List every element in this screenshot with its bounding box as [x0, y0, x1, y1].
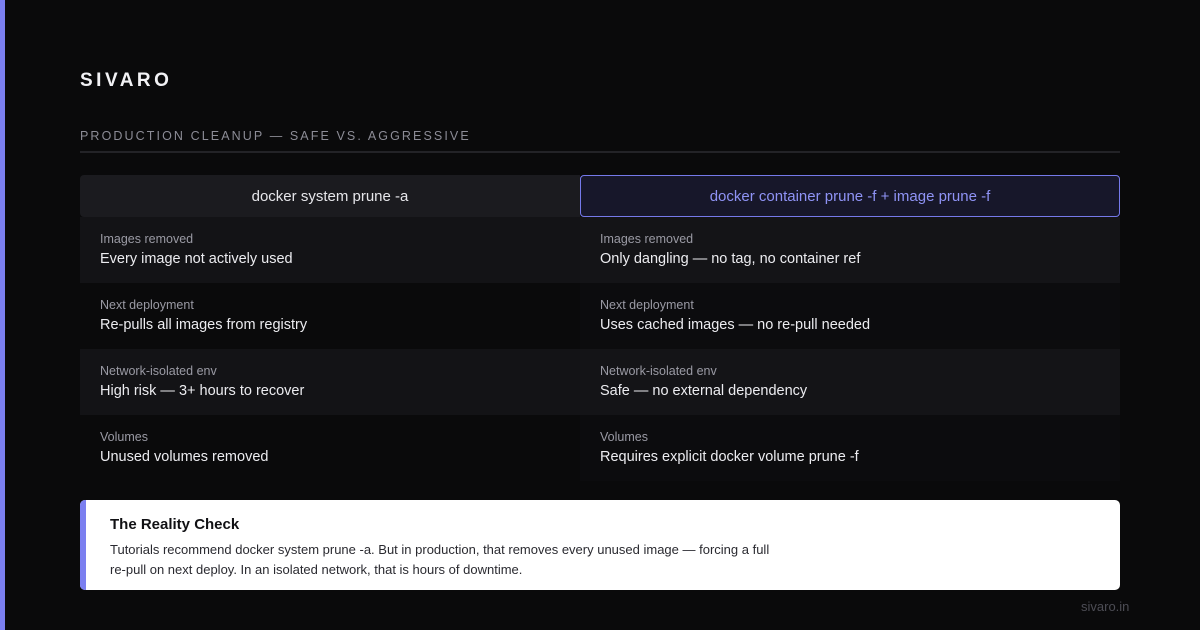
comparison-column-aggressive: docker system prune -a Images removed Ev…: [80, 175, 580, 481]
comparison-row: Network-isolated env High risk — 3+ hour…: [80, 349, 580, 415]
row-label: Images removed: [100, 232, 194, 246]
callout-title: The Reality Check: [110, 516, 240, 533]
reality-check-callout: The Reality Check Tutorials recommend do…: [80, 500, 1120, 590]
column-header-aggressive: docker system prune -a: [80, 175, 580, 217]
comparison-row: Images removed Only dangling — no tag, n…: [580, 217, 1120, 283]
row-value: Safe — no external dependency: [600, 383, 808, 399]
row-label: Images removed: [600, 232, 694, 246]
divider: [80, 151, 1120, 153]
row-label: Next deployment: [100, 298, 194, 312]
row-label: Volumes: [100, 430, 148, 444]
footer-url: sivaro.in: [1081, 599, 1130, 614]
row-label: Network-isolated env: [600, 364, 717, 378]
comparison-row: Next deployment Uses cached images — no …: [580, 283, 1120, 349]
comparison-column-safe: docker container prune -f + image prune …: [580, 175, 1120, 481]
row-value: Uses cached images — no re-pull needed: [600, 317, 871, 333]
accent-bar: [0, 0, 5, 630]
column-header-safe: docker container prune -f + image prune …: [580, 175, 1120, 217]
row-label: Volumes: [600, 430, 648, 444]
slide: SIVARO PRODUCTION CLEANUP — SAFE VS. AGG…: [0, 0, 1200, 630]
row-label: Next deployment: [600, 298, 694, 312]
section-subtitle: PRODUCTION CLEANUP — SAFE VS. AGGRESSIVE: [80, 129, 471, 143]
row-value: Every image not actively used: [100, 251, 293, 267]
comparison-row: Volumes Unused volumes removed: [80, 415, 580, 481]
comparison-row: Network-isolated env Safe — no external …: [580, 349, 1120, 415]
row-label: Network-isolated env: [100, 364, 217, 378]
row-value: Requires explicit docker volume prune -f: [600, 449, 859, 465]
row-value: Re-pulls all images from registry: [100, 317, 308, 333]
comparison-row: Images removed Every image not actively …: [80, 217, 580, 283]
comparison-row: Next deployment Re-pulls all images from…: [80, 283, 580, 349]
row-value: Unused volumes removed: [100, 449, 269, 465]
callout-accent-bar: [80, 500, 86, 590]
comparison-row: Volumes Requires explicit docker volume …: [580, 415, 1120, 481]
row-value: High risk — 3+ hours to recover: [100, 383, 305, 399]
callout-body: Tutorials recommend docker system prune …: [110, 542, 770, 577]
row-value: Only dangling — no tag, no container ref: [600, 251, 861, 267]
brand-logo-text: SIVARO: [80, 70, 173, 91]
